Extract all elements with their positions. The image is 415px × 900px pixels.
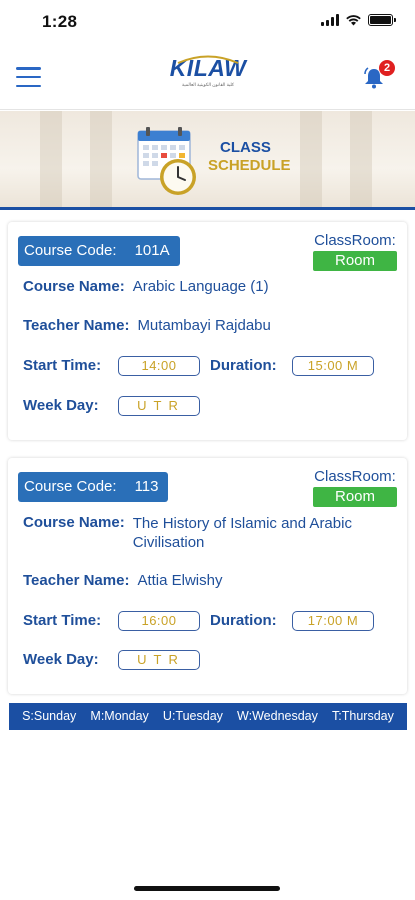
course-code-value: 113 <box>134 478 159 495</box>
teacher-name-label: Teacher Name: <box>23 572 130 589</box>
home-indicator[interactable] <box>134 886 280 891</box>
teacher-name-row: Teacher Name: Mutambayi Rajdabu <box>23 317 271 334</box>
course-code-label: Course Code: <box>24 478 117 495</box>
legend-item-tuesday: U:Tuesday <box>162 709 223 723</box>
status-bar: 1:28 <box>0 0 415 44</box>
teacher-name-row: Teacher Name: Attia Elwishy <box>23 572 222 589</box>
banner-title-line1: CLASS <box>220 139 271 156</box>
week-day-label: Week Day: <box>23 397 99 414</box>
duration-row: Duration: <box>210 612 277 629</box>
week-day-label: Week Day: <box>23 651 99 668</box>
status-icons <box>321 14 396 26</box>
signal-icon <box>321 14 339 26</box>
course-code-label: Course Code: <box>24 242 117 259</box>
course-code-value: 101A <box>134 242 170 259</box>
room-badge: Room <box>313 487 397 507</box>
notification-badge: 2 <box>379 60 395 76</box>
legend-item-monday: M:Monday <box>90 709 149 723</box>
course-name-value: The History of Islamic and Arabic Civili… <box>132 515 352 551</box>
week-day-value: UTR <box>118 396 200 416</box>
classroom-info: ClassRoom: Room <box>313 468 397 507</box>
banner-title-line2: SCHEDULE <box>208 157 291 174</box>
teacher-name-label: Teacher Name: <box>23 317 130 334</box>
classroom-label: ClassRoom: <box>314 232 396 249</box>
banner-title: CLASS SCHEDULE <box>208 139 291 175</box>
start-time-label: Start Time: <box>23 357 102 374</box>
week-day-row: Week Day: <box>23 397 99 414</box>
wifi-icon <box>346 15 361 26</box>
start-time-row: Start Time: <box>23 612 101 629</box>
course-name-row: Course Name: Arabic Language (1) <box>23 278 269 295</box>
start-time-value: 16:00 <box>118 611 200 631</box>
start-time-value: 14:00 <box>118 356 200 376</box>
logo-arc-icon <box>177 55 239 64</box>
course-card[interactable]: Course Code: 101A ClassRoom: Room Course… <box>8 222 407 440</box>
legend-item-sunday: S:Sunday <box>22 709 77 723</box>
course-code-pill: Course Code: 113 <box>18 472 169 502</box>
class-schedule-banner: CLASS SCHEDULE <box>0 111 415 210</box>
weekday-legend: S:Sunday M:Monday U:Tuesday W:Wednesday … <box>9 703 407 730</box>
status-time: 1:28 <box>42 12 78 31</box>
logo-subtitle: كلية القانون الكويتية العالمية <box>181 82 235 87</box>
classroom-label: ClassRoom: <box>314 468 396 485</box>
teacher-name-value: Attia Elwishy <box>137 572 223 589</box>
duration-value: 17:00 M <box>292 611 374 631</box>
duration-label: Duration: <box>210 357 277 374</box>
duration-value: 15:00 M <box>292 356 374 376</box>
course-name-value: Arabic Language (1) <box>132 278 269 295</box>
course-code-pill: Course Code: 101A <box>18 236 180 266</box>
course-name-label: Course Name: <box>23 278 125 295</box>
course-name-row: Course Name: The History of Islamic and … <box>23 514 378 552</box>
kilaw-logo: KILAW كلية القانون الكويتية العالمية <box>168 55 248 98</box>
room-badge: Room <box>313 251 397 271</box>
duration-row: Duration: <box>210 357 277 374</box>
week-day-value: UTR <box>118 650 200 670</box>
app-header: KILAW كلية القانون الكويتية العالمية 2 <box>0 44 415 110</box>
legend-item-thursday: T:Thursday <box>332 709 394 723</box>
calendar-clock-icon <box>137 127 196 195</box>
menu-icon[interactable] <box>16 67 41 87</box>
course-name-label: Course Name: <box>23 514 125 531</box>
duration-label: Duration: <box>210 612 277 629</box>
battery-icon <box>368 14 396 26</box>
teacher-name-value: Mutambayi Rajdabu <box>137 317 271 334</box>
notification-button[interactable]: 2 <box>362 60 395 90</box>
start-time-label: Start Time: <box>23 612 102 629</box>
classroom-info: ClassRoom: Room <box>313 232 397 271</box>
week-day-row: Week Day: <box>23 651 99 668</box>
course-card[interactable]: Course Code: 113 ClassRoom: Room Course … <box>8 458 407 694</box>
start-time-row: Start Time: <box>23 357 101 374</box>
legend-item-wednesday: W:Wednesday <box>237 709 318 723</box>
